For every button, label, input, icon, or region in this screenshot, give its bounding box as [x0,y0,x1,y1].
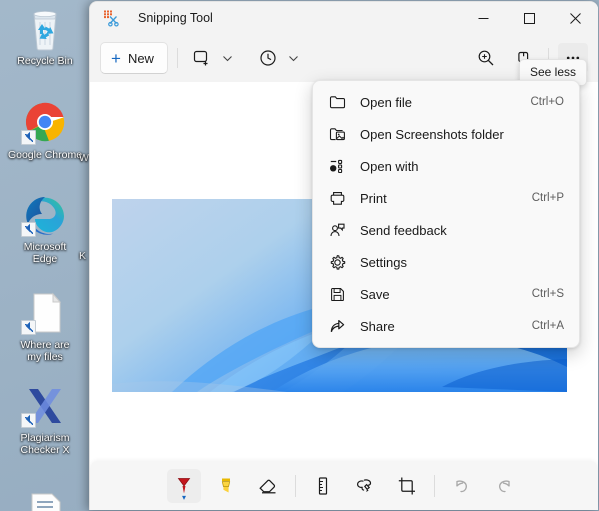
tool-touch-writing[interactable] [348,469,382,503]
touch-writing-icon [356,478,372,492]
printer-icon [326,188,348,208]
chevron-down-icon [289,55,299,61]
delay-button[interactable] [253,43,283,73]
desktop-icon-label: Microsoft Edge [23,241,67,265]
window-controls [460,2,598,34]
new-snip-label: New [127,50,154,66]
tool-crop[interactable] [390,469,424,503]
desktop-icon-plagiarism-checker-x[interactable]: Plagiarism Checker X [6,383,84,456]
undo-button[interactable] [445,469,479,503]
main-toolbar: + New See less [90,34,598,86]
menu-item-accel: Ctrl+A [531,320,564,332]
snip-mode-button[interactable] [187,43,217,73]
redo-icon [499,479,510,492]
menu-item-label: Open file [360,94,413,110]
pen-options-chevron-icon[interactable]: ▾ [182,493,186,502]
plagiarism-checker-icon [21,383,69,429]
zoom-button[interactable] [471,43,501,73]
delay-chevron[interactable] [283,43,305,73]
redo-button[interactable] [487,469,521,503]
snip-rectangle-icon [193,50,208,66]
recycle-bin-icon [21,6,69,52]
menu-item-label: Save [360,286,390,302]
menu-item-label: Share [360,318,395,334]
annotation-toolbar: ▾ [90,461,598,510]
menu-item-accel: Ctrl+O [530,96,564,108]
menu-item-accel: Ctrl+S [531,288,564,300]
highlighter-icon [221,478,231,492]
window-titlebar[interactable]: Snipping Tool [90,2,598,34]
chevron-down-icon [223,55,233,61]
folder-image-icon [326,124,348,144]
menu-item-label: Open with [360,158,419,174]
toolbar-divider-2 [434,474,435,497]
menu-item-open-with[interactable]: Open with [316,150,576,182]
menu-item-print[interactable]: Print Ctrl+P [316,182,576,214]
desktop-icon-label: Recycle Bin [17,55,73,67]
magnifier-plus-icon [478,50,494,66]
shortcut-overlay-icon [21,130,36,145]
open-with-icon [326,156,348,176]
menu-item-send-feedback[interactable]: Send feedback [316,214,576,246]
snipping-tool-window: Snipping Tool + New See less Open file C… [89,1,598,510]
feedback-icon [326,220,348,240]
clock-icon [260,50,276,66]
menu-item-label: Send feedback [360,222,447,238]
clipped-label-w: W [79,152,89,164]
menu-item-label: Open Screenshots folder [360,126,504,142]
document-icon [21,290,69,336]
desktop-icon-label: Where are my files [20,339,70,363]
tool-ballpoint-pen[interactable]: ▾ [167,468,201,503]
desktop-icon-label: Google Chrome [7,149,83,161]
ruler-icon [318,476,328,495]
tool-ruler[interactable] [306,469,340,503]
desktop-icon-google-chrome[interactable]: Google Chrome [6,100,84,161]
shortcut-overlay-icon [21,413,36,428]
menu-item-label: Print [360,190,387,206]
plus-icon: + [111,48,121,68]
desktop-icon-partial-document[interactable] [21,492,69,511]
toolbar-divider [176,48,178,68]
chrome-icon [21,100,69,146]
shortcut-overlay-icon [21,222,36,237]
eraser-icon [259,479,276,493]
toolbar-divider [295,474,296,497]
snipping-tool-icon [102,9,120,27]
window-title: Snipping Tool [138,11,213,25]
menu-item-open-file[interactable]: Open file Ctrl+O [316,86,576,118]
desktop-icon-label: Plagiarism Checker X [20,432,70,456]
save-floppy-icon [326,284,348,304]
desktop-icon-where-are-my-files[interactable]: Where are my files [6,290,84,363]
desktop-icon-recycle-bin[interactable]: Recycle Bin [6,6,84,67]
new-snip-button[interactable]: + New [100,42,168,74]
undo-icon [456,479,467,492]
folder-icon [326,92,348,112]
edge-icon [21,192,69,238]
desktop-icon-microsoft-edge[interactable]: Microsoft Edge [6,192,84,265]
menu-item-share[interactable]: Share Ctrl+A [316,310,576,342]
minimize-button[interactable] [460,2,506,34]
shortcut-overlay-icon [21,320,36,335]
menu-item-label: Settings [360,254,407,270]
snip-mode-chevron[interactable] [217,43,239,73]
tool-highlighter[interactable] [209,469,243,503]
tool-eraser[interactable] [251,469,285,503]
menu-item-accel: Ctrl+P [531,192,564,204]
share-icon [326,316,348,336]
clipped-label-k: K [79,250,87,262]
more-options-menu: Open file Ctrl+O Open Screenshots folder [312,80,580,348]
menu-item-save[interactable]: Save Ctrl+S [316,278,576,310]
close-button[interactable] [552,2,598,34]
menu-item-open-screenshots-folder[interactable]: Open Screenshots folder [316,118,576,150]
menu-item-settings[interactable]: Settings [316,246,576,278]
crop-icon [398,477,415,494]
gear-icon [326,252,348,272]
maximize-button[interactable] [506,2,552,34]
